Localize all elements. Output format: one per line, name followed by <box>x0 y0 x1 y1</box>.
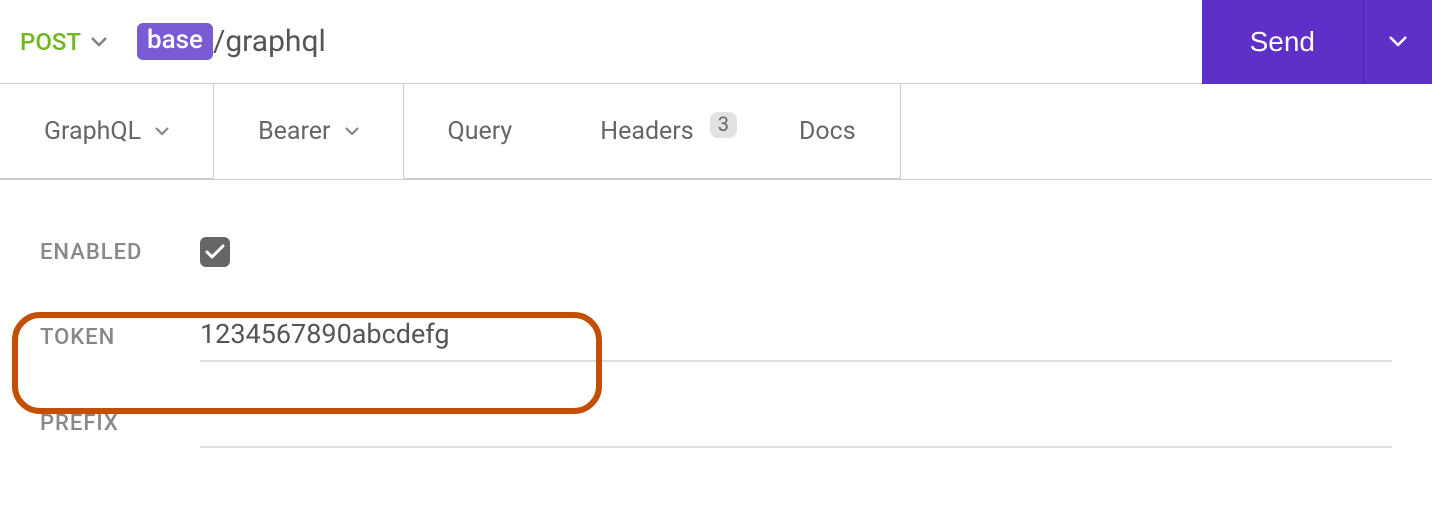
prefix-input[interactable] <box>200 398 1392 448</box>
prefix-label: PREFIX <box>40 411 200 436</box>
enabled-checkbox[interactable] <box>200 237 230 267</box>
tab-docs-label: Docs <box>799 117 856 146</box>
prefix-row: PREFIX <box>40 398 1392 448</box>
token-input[interactable] <box>200 312 1392 362</box>
enabled-label: ENABLED <box>40 240 200 265</box>
http-method-select[interactable]: POST <box>20 28 115 56</box>
caret-down-icon <box>345 127 359 136</box>
caret-down-icon <box>1389 35 1407 50</box>
tab-auth[interactable]: Bearer <box>214 84 403 179</box>
request-tabs: GraphQL Bearer Query Headers 3 Docs <box>0 84 1432 180</box>
tab-query[interactable]: Query <box>404 84 557 179</box>
tab-headers-label: Headers <box>600 117 693 146</box>
tab-auth-label: Bearer <box>258 117 330 146</box>
tab-body-label: GraphQL <box>44 117 141 146</box>
caret-down-icon <box>155 127 169 136</box>
request-bar: POST base /graphql Send <box>0 0 1432 84</box>
tab-docs[interactable]: Docs <box>755 84 901 179</box>
auth-settings-panel: ENABLED TOKEN PREFIX <box>0 180 1432 448</box>
tab-query-label: Query <box>448 117 513 146</box>
check-icon <box>205 244 225 260</box>
send-button[interactable]: Send <box>1202 0 1364 84</box>
send-dropdown-button[interactable] <box>1364 0 1432 84</box>
token-row: TOKEN <box>40 312 1392 362</box>
send-button-group: Send <box>1202 0 1432 84</box>
caret-down-icon <box>91 37 107 47</box>
tab-headers[interactable]: Headers 3 <box>556 84 755 179</box>
tab-body[interactable]: GraphQL <box>0 84 214 179</box>
enabled-row: ENABLED <box>40 228 1392 276</box>
headers-count-badge: 3 <box>710 112 737 138</box>
request-url-path[interactable]: /graphql <box>213 24 326 59</box>
http-method-label: POST <box>20 28 81 56</box>
token-label: TOKEN <box>40 325 200 350</box>
environment-tag[interactable]: base <box>137 23 213 60</box>
